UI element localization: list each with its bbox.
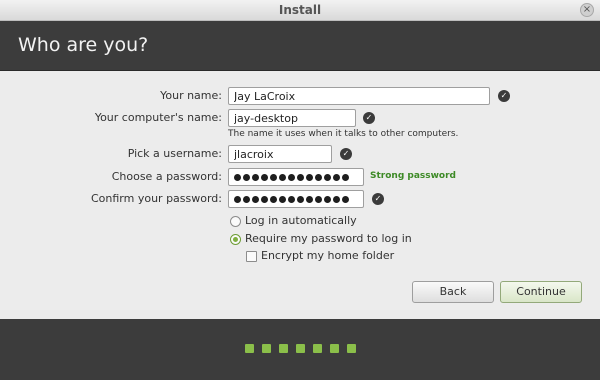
progress-step bbox=[244, 344, 254, 353]
password-dot bbox=[261, 173, 268, 181]
close-icon[interactable]: × bbox=[580, 3, 594, 17]
password-input[interactable] bbox=[228, 168, 364, 186]
password-strength-label: Strong password bbox=[370, 171, 456, 181]
confirm-password-dot bbox=[234, 195, 241, 203]
name-input[interactable] bbox=[228, 87, 490, 105]
encrypt-home-label[interactable]: Encrypt my home folder bbox=[261, 249, 394, 263]
continue-button[interactable]: Continue bbox=[500, 281, 582, 303]
page-title: Who are you? bbox=[18, 34, 149, 56]
confirm-password-dot bbox=[297, 195, 304, 203]
back-button[interactable]: Back bbox=[412, 281, 494, 303]
progress-step bbox=[346, 344, 356, 353]
confirm-password-dot bbox=[279, 195, 286, 203]
confirm-password-dot bbox=[288, 195, 295, 203]
confirm-password-dot bbox=[324, 195, 331, 203]
form-area: Your name: ✓ Your computer's name: ✓ The… bbox=[0, 71, 600, 319]
password-dot bbox=[297, 173, 304, 181]
password-dot bbox=[333, 173, 340, 181]
confirm-password-label: Confirm your password: bbox=[90, 192, 222, 205]
page-header: Who are you? bbox=[0, 21, 600, 71]
password-dot bbox=[243, 173, 250, 181]
confirm-password-dot bbox=[315, 195, 322, 203]
password-dot bbox=[279, 173, 286, 181]
progress-step bbox=[329, 344, 339, 353]
password-dot bbox=[234, 173, 241, 181]
password-dot bbox=[288, 173, 295, 181]
username-label: Pick a username: bbox=[127, 147, 222, 160]
password-label: Choose a password: bbox=[111, 170, 222, 183]
step-progress bbox=[0, 344, 600, 353]
computer-name-input[interactable] bbox=[228, 109, 356, 127]
computer-name-hint: The name it uses when it talks to other … bbox=[228, 129, 459, 139]
username-input[interactable] bbox=[228, 145, 332, 163]
require-password-label[interactable]: Require my password to log in bbox=[245, 232, 412, 246]
password-dot bbox=[270, 173, 277, 181]
auto-login-radio[interactable] bbox=[230, 216, 241, 227]
confirm-password-dot bbox=[342, 195, 349, 203]
window-title: Install bbox=[278, 3, 322, 17]
title-bar: Install × bbox=[0, 0, 600, 21]
confirm-password-input[interactable] bbox=[228, 190, 364, 208]
auto-login-label[interactable]: Log in automatically bbox=[245, 214, 357, 228]
name-label: Your name: bbox=[160, 89, 222, 102]
computer-name-label: Your computer's name: bbox=[94, 111, 222, 124]
confirm-valid-checkmark-icon: ✓ bbox=[372, 193, 384, 205]
password-dot bbox=[324, 173, 331, 181]
confirm-password-mask bbox=[234, 191, 358, 207]
confirm-password-dot bbox=[333, 195, 340, 203]
password-dot bbox=[342, 173, 349, 181]
confirm-password-dot bbox=[261, 195, 268, 203]
confirm-password-dot bbox=[306, 195, 313, 203]
require-password-radio[interactable] bbox=[230, 234, 241, 245]
progress-step bbox=[312, 344, 322, 353]
username-valid-checkmark-icon: ✓ bbox=[340, 148, 352, 160]
confirm-password-dot bbox=[270, 195, 277, 203]
confirm-password-dot bbox=[243, 195, 250, 203]
encrypt-home-checkbox[interactable] bbox=[246, 251, 257, 262]
name-valid-checkmark-icon: ✓ bbox=[498, 90, 510, 102]
password-dot bbox=[252, 173, 259, 181]
footer-bar bbox=[0, 319, 600, 380]
progress-step bbox=[295, 344, 305, 353]
computer-name-valid-checkmark-icon: ✓ bbox=[363, 112, 375, 124]
password-dot bbox=[315, 173, 322, 181]
confirm-password-dot bbox=[252, 195, 259, 203]
password-dot bbox=[306, 173, 313, 181]
progress-step bbox=[261, 344, 271, 353]
progress-step bbox=[278, 344, 288, 353]
password-mask bbox=[234, 169, 358, 185]
